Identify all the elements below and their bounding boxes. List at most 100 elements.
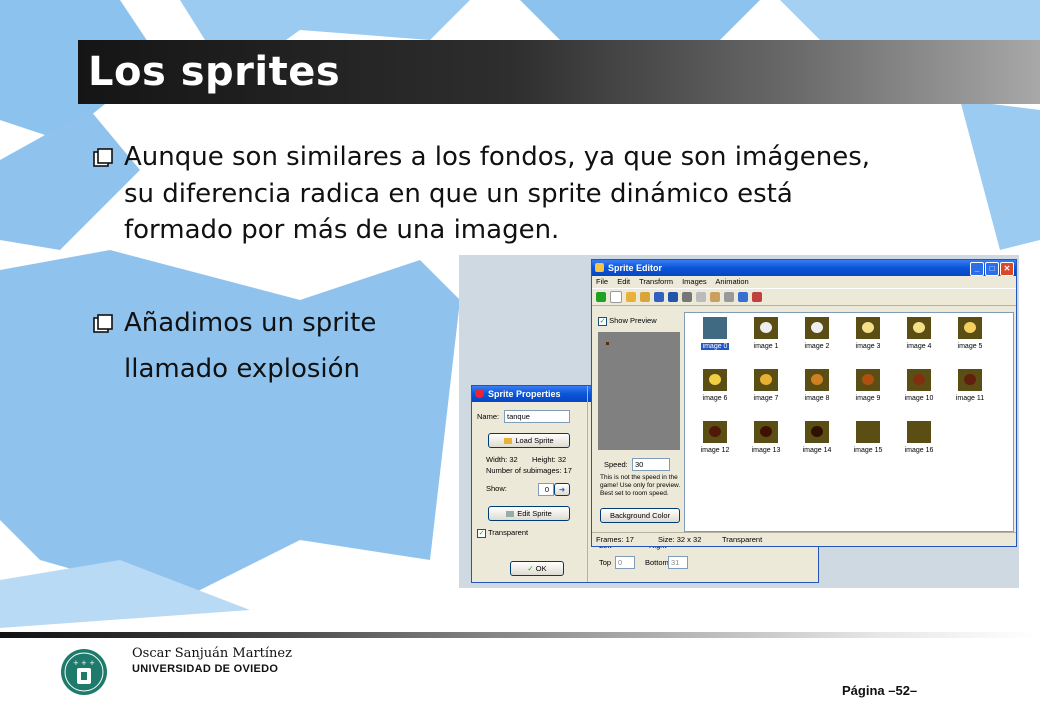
subimage-label: image 3 xyxy=(844,343,892,350)
subimage-thumbnail[interactable] xyxy=(805,421,829,443)
toolbar xyxy=(592,288,1016,306)
author-name: Oscar Sanjuán Martínez xyxy=(132,646,292,661)
menu-file[interactable]: File xyxy=(596,277,608,286)
explosion-frame xyxy=(862,322,874,333)
bullet-1-line-2: su diferencia radica en que un sprite di… xyxy=(124,179,793,209)
subimage-label: image 15 xyxy=(844,447,892,454)
explosion-frame xyxy=(760,426,772,437)
cut-icon[interactable] xyxy=(682,292,692,302)
check-icon: ✓ xyxy=(527,564,534,573)
speed-note-1: This is not the speed in the xyxy=(600,474,678,481)
show-preview-checkbox[interactable]: ✓ Show Preview xyxy=(598,316,657,326)
pencil-icon[interactable] xyxy=(752,292,762,302)
subimage-label-text: image 5 xyxy=(957,343,983,350)
subimage-label: image 7 xyxy=(742,395,790,402)
speed-label: Speed: xyxy=(604,460,628,469)
copy-icon[interactable] xyxy=(696,292,706,302)
checkbox-bullet-icon xyxy=(92,314,114,336)
maximize-icon[interactable]: □ xyxy=(985,262,999,276)
paste-icon[interactable] xyxy=(710,292,720,302)
explosion-frame xyxy=(709,426,721,437)
speed-note-2: game! Use only for preview. xyxy=(600,482,681,489)
new-icon[interactable] xyxy=(610,291,622,303)
university-name: UNIVERSIDAD DE OVIEDO xyxy=(132,663,279,675)
minimize-icon[interactable]: _ xyxy=(970,262,984,276)
bbox-bottom-field[interactable]: 31 xyxy=(668,556,688,569)
subimage-label: image 16 xyxy=(895,447,943,454)
speed-input[interactable]: 30 xyxy=(632,458,670,471)
name-input[interactable]: tanque xyxy=(504,410,570,423)
bbox-top-label: Top xyxy=(599,558,612,567)
divider xyxy=(587,386,588,582)
bullet-1-line-1: Aunque son similares a los fondos, ya qu… xyxy=(124,142,871,172)
arrow-left-icon[interactable] xyxy=(724,292,734,302)
subimage-thumbnail[interactable] xyxy=(907,369,931,391)
ok-button[interactable]: ✓ OK xyxy=(510,561,564,576)
add-folder-icon[interactable] xyxy=(640,292,650,302)
undo-icon[interactable] xyxy=(668,292,678,302)
subimage-grid: image 0 image 1 image 2 image 3 image 4 image… xyxy=(684,312,1014,532)
edit-sprite-button[interactable]: Edit Sprite xyxy=(488,506,570,521)
subimage-label-text: image 2 xyxy=(804,343,830,350)
page-number: Página –52– xyxy=(842,683,918,698)
save-icon[interactable] xyxy=(654,292,664,302)
subimage-label: image 5 xyxy=(946,343,994,350)
ok-check-icon[interactable] xyxy=(596,292,606,302)
subimage-label-text: image 3 xyxy=(855,343,881,350)
game-maker-screenshot: Sprite Properties Name: tanque Load Spri… xyxy=(459,255,1019,588)
subimage-thumbnail[interactable] xyxy=(907,421,931,443)
subimage-label: image 11 xyxy=(946,395,994,402)
transparent-checkbox[interactable]: ✓ Transparent xyxy=(477,528,528,538)
subimage-thumbnail[interactable] xyxy=(754,317,778,339)
app-icon xyxy=(595,263,604,272)
subimage-thumbnail[interactable] xyxy=(805,369,829,391)
window-title: Sprite Properties xyxy=(488,389,561,399)
menu-transform[interactable]: Transform xyxy=(639,277,673,286)
show-field[interactable]: 0 xyxy=(538,483,554,496)
transparent-label: Transparent xyxy=(487,528,529,537)
subimage-thumbnail[interactable] xyxy=(703,421,727,443)
explosion-frame xyxy=(964,374,976,385)
subimage-thumbnail[interactable] xyxy=(754,421,778,443)
sprite-editor-titlebar: Sprite Editor _ □ ✕ xyxy=(592,260,1016,276)
explosion-frame xyxy=(760,322,772,333)
arrow-right-icon[interactable]: ➜ xyxy=(554,483,570,496)
bullet-1-line-3: formado por más de una imagen. xyxy=(124,215,560,245)
subimage-label: image 13 xyxy=(742,447,790,454)
subimage-thumbnail[interactable] xyxy=(856,421,880,443)
width-label: Width: 32 xyxy=(486,455,518,464)
subimage-label-text: image 12 xyxy=(700,447,730,454)
status-bar: Frames: 17 Size: 32 x 32 Transparent xyxy=(592,532,1016,546)
subimage-thumbnail[interactable] xyxy=(856,369,880,391)
menu-edit[interactable]: Edit xyxy=(617,277,630,286)
subimage-thumbnail[interactable] xyxy=(805,317,829,339)
subimage-thumbnail[interactable] xyxy=(907,317,931,339)
ok-label: OK xyxy=(535,564,547,573)
close-icon[interactable]: ✕ xyxy=(1000,262,1014,276)
subimage-thumbnail[interactable] xyxy=(703,317,727,339)
checkbox-bullet-icon xyxy=(92,148,114,170)
subimage-label: image 9 xyxy=(844,395,892,402)
subimage-thumbnail[interactable] xyxy=(958,317,982,339)
check-icon: ✓ xyxy=(598,316,607,326)
background-color-button[interactable]: Background Color xyxy=(600,508,680,523)
menu-animation[interactable]: Animation xyxy=(715,277,748,286)
subimage-thumbnail[interactable] xyxy=(856,317,880,339)
subimage-label-text: image 8 xyxy=(804,395,830,402)
explosion-frame xyxy=(760,374,772,385)
subimage-thumbnail[interactable] xyxy=(958,369,982,391)
open-folder-icon[interactable] xyxy=(626,292,636,302)
subimage-thumbnail[interactable] xyxy=(703,369,727,391)
explosion-frame xyxy=(862,374,874,385)
menu-images[interactable]: Images xyxy=(682,277,707,286)
arrow-right-icon[interactable] xyxy=(738,292,748,302)
subimage-label-text: image 1 xyxy=(753,343,779,350)
explosion-frame xyxy=(913,374,925,385)
bbox-top-field[interactable]: 0 xyxy=(615,556,635,569)
subimage-label-text: image 7 xyxy=(753,395,779,402)
load-sprite-button[interactable]: Load Sprite xyxy=(488,433,570,448)
subimage-label: image 14 xyxy=(793,447,841,454)
check-icon: ✓ xyxy=(477,528,486,538)
bbox-bottom-label: Bottom xyxy=(645,558,669,567)
subimage-thumbnail[interactable] xyxy=(754,369,778,391)
